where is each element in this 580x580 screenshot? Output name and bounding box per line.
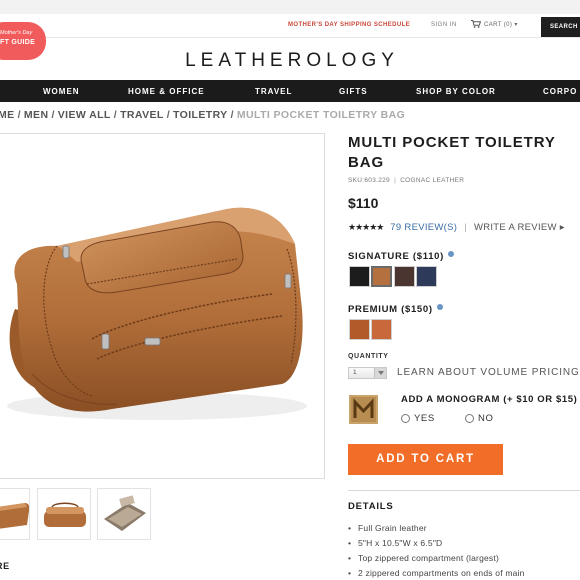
main-nav: WOMEN HOME & OFFICE TRAVEL GIFTS SHOP BY… (0, 80, 580, 102)
nav-item-women[interactable]: WOMEN (43, 87, 80, 96)
product-main-image[interactable] (0, 133, 325, 479)
thumbnail-bag-icon (0, 503, 29, 529)
swatch-cognac-selected[interactable] (371, 266, 392, 287)
volume-pricing-link[interactable]: LEARN ABOUT VOLUME PRICING (397, 367, 580, 378)
product-title: MULTI POCKET TOILETRY BAG (348, 134, 556, 171)
add-to-cart-button[interactable]: ADD TO CART (348, 444, 503, 475)
nav-item-corporate[interactable]: CORPO (543, 87, 577, 96)
nav-item-gifts[interactable]: GIFTS (339, 87, 368, 96)
list-item: Top zippered compartment (largest) (348, 551, 580, 566)
top-strip (0, 0, 580, 14)
utility-bar: MOTHER'S DAY SHIPPING SCHEDULE SIGN IN C… (0, 14, 580, 38)
signature-label: SIGNATURE ($110) (348, 251, 455, 262)
thumbnail-bag-icon (44, 502, 86, 527)
product-price: $110 (348, 195, 379, 211)
shopping-cart-icon (471, 20, 481, 28)
product-sku: SKU:603.229 | COGNAC LEATHER (348, 177, 464, 184)
monogram-m-icon (349, 395, 378, 424)
swatch-black[interactable] (349, 266, 370, 287)
radio-circle[interactable] (401, 414, 410, 423)
info-icon[interactable] (436, 304, 443, 310)
swatch-premium-tan[interactable] (371, 319, 392, 340)
swatch-navy[interactable] (416, 266, 437, 287)
reviews-separator: | (464, 222, 467, 233)
monogram-yes-label: YES (414, 413, 435, 424)
section-divider (348, 490, 580, 491)
cart-label: CART (0) ▾ (484, 21, 518, 28)
site-logo[interactable]: LEATHEROLOGY (0, 50, 580, 72)
thumbnail-image[interactable] (37, 488, 91, 540)
monogram-no-radio[interactable]: NO (465, 413, 493, 424)
radio-circle[interactable] (465, 414, 474, 423)
sku-separator: | (394, 177, 397, 184)
breadcrumb-men[interactable]: MEN (24, 109, 49, 121)
info-icon[interactable] (448, 251, 455, 257)
details-list: Full Grain leather 5"H x 10.5"W x 6.5"D … (348, 521, 580, 580)
premium-label: PREMIUM ($150) (348, 304, 443, 315)
badge-title: FT GUIDE (0, 39, 36, 46)
section-heading-partial: RE (0, 561, 10, 571)
nav-item-travel[interactable]: TRAVEL (255, 87, 292, 96)
nav-item-shop-by-color[interactable]: SHOP BY COLOR (416, 87, 496, 96)
quantity-select[interactable]: 1 (348, 367, 387, 379)
monogram-no-label: NO (478, 413, 494, 424)
breadcrumb-separator: / (166, 109, 171, 121)
quantity-label: QUANTITY (348, 353, 389, 360)
list-item: Full Grain leather (348, 521, 580, 536)
badge-subtitle: Mother's Day (0, 30, 33, 36)
breadcrumb-separator: / (51, 109, 55, 121)
write-review-link[interactable]: WRITE A REVIEW ▸ (474, 222, 565, 233)
sku-color-name: COGNAC LEATHER (400, 177, 465, 184)
signature-label-text: SIGNATURE ($110) (348, 251, 445, 262)
shipping-schedule-link[interactable]: MOTHER'S DAY SHIPPING SCHEDULE (288, 22, 410, 28)
cart-link[interactable]: CART (0) ▾ (471, 20, 518, 28)
breadcrumb: ME / MEN / VIEW ALL / TRAVEL / TOILETRY / MULTI PO… (0, 109, 405, 121)
list-item: 5"H x 10.5"W x 6.5"D (348, 536, 580, 551)
sign-in-link[interactable]: SIGN IN (431, 22, 457, 28)
breadcrumb-home[interactable]: ME (0, 109, 15, 121)
breadcrumb-separator: / (113, 109, 118, 121)
breadcrumb-travel[interactable]: TRAVEL (120, 109, 164, 121)
details-heading: DETAILS (348, 501, 394, 512)
sku-code: SKU:603.229 (348, 177, 390, 184)
star-rating: ★★★★★ (348, 222, 384, 232)
premium-label-text: PREMIUM ($150) (348, 304, 433, 315)
thumbnail-image[interactable] (97, 488, 151, 540)
thumbnail-image[interactable] (0, 488, 30, 540)
list-item: 2 zippered compartments on ends of main (348, 566, 580, 580)
nav-item-home-office[interactable]: HOME & OFFICE (128, 87, 205, 96)
breadcrumb-view-all[interactable]: VIEW ALL (58, 109, 111, 121)
breadcrumb-separator: / (230, 109, 234, 121)
quantity-value: 1 (353, 369, 357, 376)
search-button[interactable]: SEARCH (541, 17, 580, 37)
swatch-premium-saddle[interactable] (349, 319, 370, 340)
breadcrumb-separator: / (17, 109, 21, 121)
toiletry-bag-illustration (7, 207, 307, 420)
reviews-row: ★★★★★ 79 REVIEW(S) | WRITE A REVIEW ▸ (348, 222, 565, 233)
thumbnail-bag-open-icon (104, 495, 146, 531)
monogram-label: ADD A MONOGRAM (+ $10 OR $15) (401, 394, 578, 405)
swatch-brown[interactable] (394, 266, 415, 287)
monogram-yes-radio[interactable]: YES (401, 413, 435, 424)
reviews-link[interactable]: 79 REVIEW(S) (390, 222, 457, 233)
breadcrumb-current: MULTI POCKET TOILETRY BAG (236, 109, 406, 121)
breadcrumb-toiletry[interactable]: TOILETRY (173, 109, 228, 121)
chevron-down-icon (374, 368, 386, 378)
